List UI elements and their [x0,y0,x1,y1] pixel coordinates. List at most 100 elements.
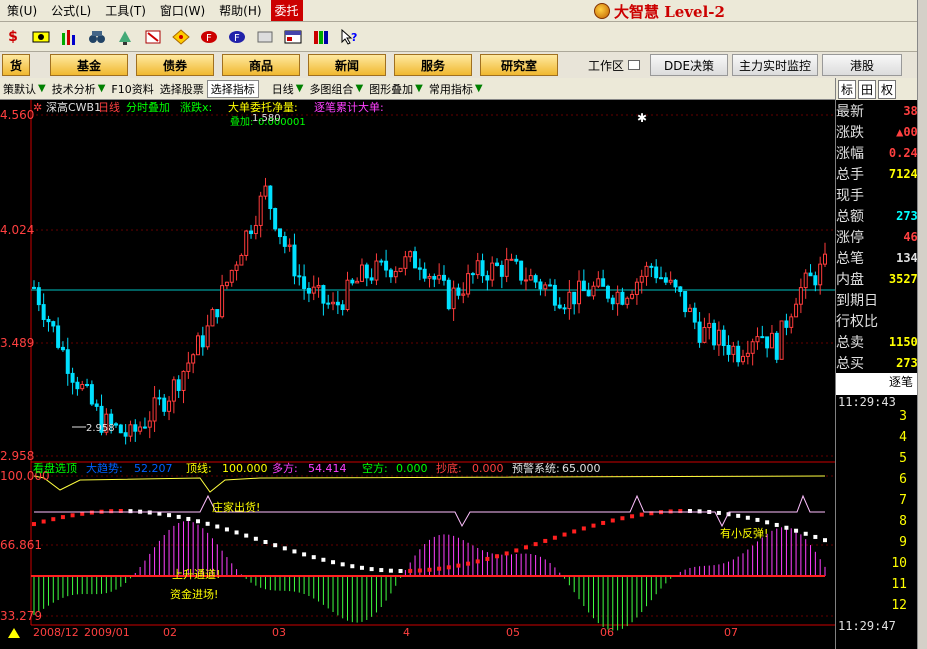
rights-button[interactable]: 权 [878,79,897,99]
tab-bond[interactable]: 债券 [136,54,214,76]
trend-dot [408,568,413,573]
candle-body [610,297,615,305]
select-stock[interactable]: 选择股票 [157,81,207,97]
candle-body [823,253,827,265]
candle-body [707,322,712,329]
menu-help[interactable]: 帮助(H) [212,2,268,19]
x-tick-label: 03 [272,626,286,639]
tab-stock[interactable]: 货 [2,54,30,76]
candle-body [340,304,345,311]
candle-body [557,304,562,309]
menu-window[interactable]: 窗口(W) [153,2,212,19]
triangle-icon[interactable] [8,628,20,638]
trend-dot [765,520,770,525]
candle-body [75,381,80,390]
tab-commodity[interactable]: 商品 [222,54,300,76]
scrollbar[interactable] [917,0,927,649]
candle-body [128,424,133,437]
trend-value: 52.207 [134,462,173,475]
x-tick-label: 05 [506,626,520,639]
diamond-icon[interactable] [170,26,192,48]
candle-body [625,297,630,305]
multi-chart[interactable]: 多图组合 ▼ [306,81,366,97]
kline-chart[interactable]: 4.560 4.024 3.489 2.958 100.000 66.861 3… [0,100,835,649]
common-indicator[interactable]: 常用指标 ▼ [426,81,486,97]
menu-strategy[interactable]: 策(U) [0,2,44,19]
f10-info[interactable]: F10资料 [108,81,156,97]
candle-body [716,329,721,346]
strategy-default[interactable]: 策默认 ▼ [0,81,49,97]
tab-news[interactable]: 新闻 [308,54,386,76]
candle-body [65,349,70,374]
binoculars-icon[interactable] [86,26,108,48]
low-annotation: 2.958 [86,423,115,434]
calc-icon[interactable] [254,26,276,48]
candle-body [345,279,350,311]
candle-body [316,285,321,288]
alarm-signal-line [34,494,825,528]
technical-analysis[interactable]: 技术分析 ▼ [49,81,109,97]
menu-formula[interactable]: 公式(L) [44,2,98,19]
books-icon[interactable] [310,26,332,48]
trend-dot [321,557,326,562]
candle-body [321,285,326,304]
hk-button[interactable]: 港股 [822,54,903,76]
overlay-graph-label: 图形叠加 [369,82,414,96]
menu-tools[interactable]: 工具(T) [98,2,153,19]
display-icon[interactable] [30,26,52,48]
alarm-icon[interactable] [114,26,136,48]
candle-body [142,426,147,429]
trend-dot [495,554,500,559]
candle-body [297,275,302,278]
trend-dot [716,510,721,515]
candle-body [398,267,403,272]
long-label: 多方: [272,461,298,475]
candle-body [384,260,389,271]
quote-row: 最新 382 [836,100,927,121]
y-tick-label: 66.861 [0,538,42,552]
overlay-graph[interactable]: 图形叠加 ▼ [366,81,426,97]
candle-body [794,303,799,318]
tick-list: 3 4 5 6 7 8 9 10 11 12 [836,409,927,619]
layout-icon[interactable] [282,26,304,48]
flag-icon[interactable]: $ [2,26,24,48]
candle-body [326,302,331,305]
tick-accum-label: 逐笔累计大单: [314,100,384,114]
candle-body [755,336,760,343]
news-icon[interactable] [142,26,164,48]
candle-body [239,254,244,266]
candle-body [591,285,596,297]
quote-label: 现手 [836,187,864,204]
trend-dot [601,520,606,525]
grid-button[interactable]: 田 [858,79,877,99]
trend-dot [755,517,760,522]
tab-fund[interactable]: 基金 [50,54,128,76]
f10-info-label: F10资料 [111,82,154,96]
y-tick-label: 4.024 [0,223,34,237]
candle-body [51,321,56,327]
trend-dot [543,538,548,543]
mark-button[interactable]: 标 [838,79,857,99]
chart-icon[interactable]: F [226,26,248,48]
candle-body [80,383,85,390]
workspace-toggle[interactable]: 工作区 [588,57,641,74]
period-daily[interactable]: 日线 ▼ [269,81,307,97]
trend-dot [70,513,75,518]
candle-body [277,228,282,238]
dde-button[interactable]: DDE决策 [650,54,729,76]
help-cursor-icon[interactable]: ? [338,26,360,48]
trend-dot [359,565,364,570]
y-tick-label: 4.560 [0,108,34,122]
menu-entrust[interactable]: 委托 [270,0,303,21]
candle-body [798,287,803,305]
monitor-button[interactable]: 主力实时监控 [732,54,819,76]
bars-icon[interactable] [58,26,80,48]
record-icon[interactable]: F [198,26,220,48]
select-indicator[interactable]: 选择指标 [206,79,259,98]
tab-research[interactable]: 研究室 [480,54,558,76]
candle-body [567,291,572,310]
tab-service[interactable]: 服务 [394,54,472,76]
candle-body [601,278,606,287]
candle-body [70,372,75,383]
trend-dot [60,515,65,520]
